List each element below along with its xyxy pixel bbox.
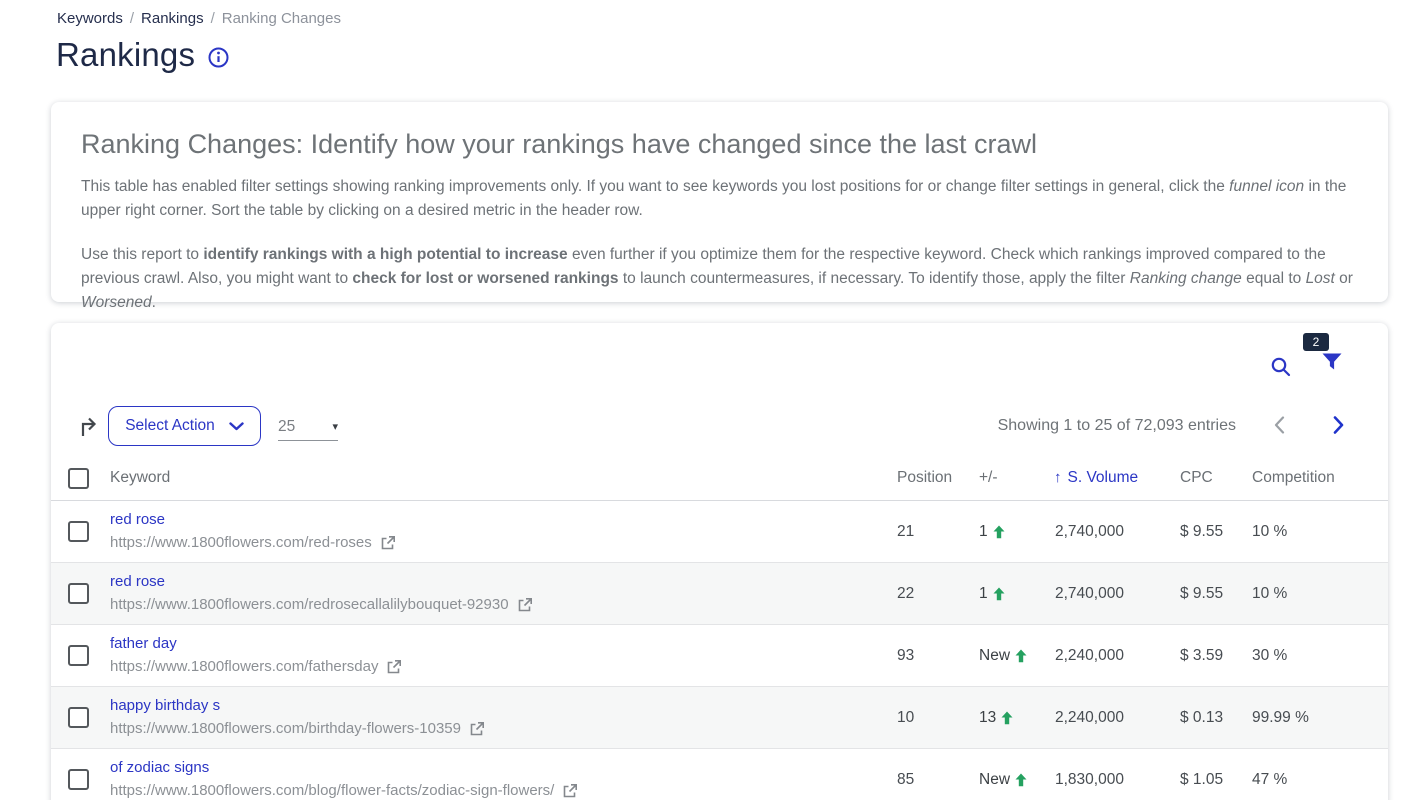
external-link-icon[interactable]: [469, 721, 485, 737]
search-volume-value: 2,240,000: [1055, 625, 1124, 687]
export-icon[interactable]: [78, 412, 102, 438]
search-volume-value: 2,240,000: [1055, 687, 1124, 749]
change-value: 1: [979, 501, 1005, 563]
table-row: of zodiac signs https://www.1800flowers.…: [51, 749, 1388, 800]
change-value: New: [979, 749, 1027, 800]
change-amount: 13: [979, 687, 996, 749]
keyword-link[interactable]: happy birthday s: [110, 696, 220, 716]
rankings-page: Keywords / Rankings / Ranking Changes Ra…: [0, 0, 1422, 800]
chevron-left-icon: [1274, 416, 1285, 434]
select-action-label: Select Action: [125, 417, 215, 435]
page-size-select[interactable]: 25 ▾: [278, 413, 338, 441]
row-checkbox[interactable]: [68, 707, 89, 728]
page-size-value: 25: [278, 418, 295, 436]
competition-value: 99.99 %: [1252, 687, 1309, 749]
page-size-caret-icon: ▾: [332, 420, 338, 433]
showing-entries-text: Showing 1 to 25 of 72,093 entries: [998, 417, 1236, 435]
competition-value: 10 %: [1252, 501, 1287, 563]
table-row: happy birthday s https://www.1800flowers…: [51, 687, 1388, 749]
chevron-down-icon: [229, 422, 244, 431]
breadcrumb-keywords[interactable]: Keywords: [57, 10, 123, 27]
competition-value: 47 %: [1252, 749, 1287, 800]
select-action-dropdown[interactable]: Select Action: [108, 406, 261, 446]
keyword-link[interactable]: red rose: [110, 572, 165, 592]
arrow-up-icon: [993, 587, 1005, 601]
position-value: 10: [897, 687, 914, 749]
keyword-url: https://www.1800flowers.com/red-roses: [110, 533, 372, 553]
keyword-url: https://www.1800flowers.com/birthday-flo…: [110, 719, 461, 739]
arrow-up-icon: [1015, 773, 1027, 787]
pagination-next-button[interactable]: [1327, 412, 1350, 441]
position-value: 85: [897, 749, 914, 800]
sort-ascending-icon: ↑: [1054, 469, 1062, 486]
cpc-value: $ 9.55: [1180, 501, 1223, 563]
search-volume-value: 2,740,000: [1055, 563, 1124, 625]
cpc-value: $ 0.13: [1180, 687, 1223, 749]
column-header-position[interactable]: Position: [897, 458, 952, 501]
external-link-icon[interactable]: [517, 597, 533, 613]
info-card-paragraph-1: This table has enabled filter settings s…: [81, 175, 1358, 223]
cpc-value: $ 3.59: [1180, 625, 1223, 687]
cpc-value: $ 9.55: [1180, 563, 1223, 625]
keyword-url: https://www.1800flowers.com/blog/flower-…: [110, 781, 554, 800]
change-value: 13: [979, 687, 1013, 749]
keyword-url: https://www.1800flowers.com/fathersday: [110, 657, 378, 677]
info-card-paragraph-2: Use this report to identify rankings wit…: [81, 243, 1358, 315]
search-volume-value: 1,830,000: [1055, 749, 1124, 800]
change-amount: New: [979, 749, 1010, 800]
arrow-up-icon: [1001, 711, 1013, 725]
external-link-icon[interactable]: [562, 783, 578, 799]
row-checkbox[interactable]: [68, 521, 89, 542]
keyword-link[interactable]: red rose: [110, 510, 165, 530]
table-row: red rose https://www.1800flowers.com/red…: [51, 563, 1388, 625]
table-row: red rose https://www.1800flowers.com/red…: [51, 501, 1388, 563]
competition-value: 30 %: [1252, 625, 1287, 687]
info-card-heading: Ranking Changes: Identify how your ranki…: [81, 129, 1358, 160]
column-header-competition[interactable]: Competition: [1252, 458, 1335, 501]
external-link-icon[interactable]: [380, 535, 396, 551]
funnel-icon[interactable]: [1320, 349, 1344, 373]
table-row: father day https://www.1800flowers.com/f…: [51, 625, 1388, 687]
pagination-prev-button[interactable]: [1268, 412, 1291, 441]
chevron-right-icon: [1333, 416, 1344, 434]
ranking-table-card: 2 Select Action 25 ▾ Showing 1 to 25 of …: [51, 323, 1388, 800]
cpc-value: $ 1.05: [1180, 749, 1223, 800]
external-link-icon[interactable]: [386, 659, 402, 675]
position-value: 21: [897, 501, 914, 563]
change-amount: New: [979, 625, 1010, 687]
change-value: 1: [979, 563, 1005, 625]
keyword-url: https://www.1800flowers.com/redrosecalla…: [110, 595, 509, 615]
column-header-s-volume[interactable]: ↑S. Volume: [1054, 458, 1138, 501]
breadcrumb-separator: /: [130, 10, 134, 27]
change-amount: 1: [979, 563, 988, 625]
change-value: New: [979, 625, 1027, 687]
row-checkbox[interactable]: [68, 769, 89, 790]
search-volume-value: 2,740,000: [1055, 501, 1124, 563]
arrow-up-icon: [993, 525, 1005, 539]
column-header-keyword[interactable]: Keyword: [110, 458, 170, 501]
arrow-up-icon: [1015, 649, 1027, 663]
select-all-checkbox[interactable]: [68, 468, 89, 489]
breadcrumb-ranking-changes: Ranking Changes: [222, 10, 341, 27]
info-icon[interactable]: [208, 47, 229, 68]
page-title: Rankings: [56, 36, 195, 74]
position-value: 93: [897, 625, 914, 687]
keyword-link[interactable]: father day: [110, 634, 177, 654]
breadcrumb-rankings[interactable]: Rankings: [141, 10, 204, 27]
table-body: red rose https://www.1800flowers.com/red…: [51, 501, 1388, 800]
column-header-change[interactable]: +/-: [979, 458, 998, 501]
breadcrumb-separator: /: [211, 10, 215, 27]
search-icon[interactable]: [1270, 356, 1292, 378]
filter-count-badge: 2: [1303, 333, 1329, 351]
competition-value: 10 %: [1252, 563, 1287, 625]
position-value: 22: [897, 563, 914, 625]
column-header-cpc[interactable]: CPC: [1180, 458, 1213, 501]
row-checkbox[interactable]: [68, 645, 89, 666]
info-card: Ranking Changes: Identify how your ranki…: [51, 102, 1388, 302]
table-header-row: Keyword Position +/- ↑S. Volume CPC Comp…: [51, 458, 1388, 501]
keyword-link[interactable]: of zodiac signs: [110, 758, 209, 778]
row-checkbox[interactable]: [68, 583, 89, 604]
breadcrumb: Keywords / Rankings / Ranking Changes: [57, 10, 341, 27]
change-amount: 1: [979, 501, 988, 563]
